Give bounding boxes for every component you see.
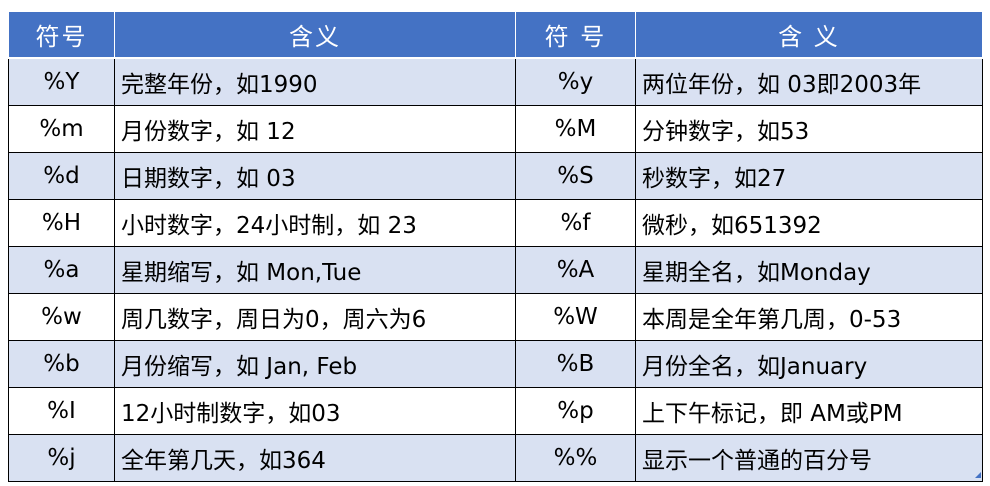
meaning-cell: 日期数字，如 03 [114, 152, 516, 200]
symbol-cell: %Y [8, 57, 115, 106]
symbol-cell: %M [515, 105, 636, 153]
meaning-cell: 月份全名，如January [635, 340, 983, 388]
symbol-cell: %j [8, 434, 115, 482]
meaning-cell: 月份数字，如 12 [114, 105, 516, 153]
table-row: %I 12小时制数字，如03 %p 上下午标记，即 AM或PM [8, 387, 983, 435]
table-header-row: 符号 含义 符 号 含 义 [8, 11, 983, 59]
meaning-cell: 12小时制数字，如03 [114, 387, 516, 435]
meaning-cell: 上下午标记，即 AM或PM [635, 387, 983, 435]
symbol-cell: %% [515, 434, 636, 482]
meaning-cell: 显示一个普通的百分号 [635, 434, 983, 482]
meaning-cell: 星期缩写，如 Mon,Tue [114, 246, 516, 294]
table-row: %b 月份缩写，如 Jan, Feb %B 月份全名，如January [8, 340, 983, 388]
symbol-cell: %d [8, 152, 115, 200]
symbol-cell: %B [515, 340, 636, 388]
meaning-cell: 秒数字，如27 [635, 152, 983, 200]
meaning-cell: 星期全名，如Monday [635, 246, 983, 294]
meaning-cell: 月份缩写，如 Jan, Feb [114, 340, 516, 388]
meaning-cell: 完整年份，如1990 [114, 57, 516, 106]
table-row: %m 月份数字，如 12 %M 分钟数字，如53 [8, 105, 983, 153]
symbol-cell: %S [515, 152, 636, 200]
symbol-cell: %A [515, 246, 636, 294]
format-code-table: 符号 含义 符 号 含 义 %Y 完整年份，如1990 %y 两位年份，如 03… [8, 11, 983, 482]
symbol-cell: %p [515, 387, 636, 435]
table-row: %H 小时数字，24小时制，如 23 %f 微秒，如651392 [8, 199, 983, 247]
symbol-cell: %W [515, 293, 636, 341]
table-row: %Y 完整年份，如1990 %y 两位年份，如 03即2003年 [8, 57, 983, 106]
meaning-cell: 本周是全年第几周，0-53 [635, 293, 983, 341]
table-row: %d 日期数字，如 03 %S 秒数字，如27 [8, 152, 983, 200]
header-meaning-2: 含 义 [635, 11, 983, 59]
symbol-cell: %b [8, 340, 115, 388]
header-symbol-1: 符号 [8, 11, 115, 59]
symbol-cell: %I [8, 387, 115, 435]
symbol-cell: %f [515, 199, 636, 247]
header-symbol-2: 符 号 [515, 11, 636, 59]
meaning-cell: 周几数字，周日为0，周六为6 [114, 293, 516, 341]
symbol-cell: %w [8, 293, 115, 341]
symbol-cell: %H [8, 199, 115, 247]
meaning-cell: 全年第几天，如364 [114, 434, 516, 482]
symbol-cell: %a [8, 246, 115, 294]
meaning-cell: 微秒，如651392 [635, 199, 983, 247]
table-row: %j 全年第几天，如364 %% 显示一个普通的百分号 [8, 434, 983, 482]
meaning-cell: 分钟数字，如53 [635, 105, 983, 153]
symbol-cell: %y [515, 57, 636, 106]
table-row: %a 星期缩写，如 Mon,Tue %A 星期全名，如Monday [8, 246, 983, 294]
resize-handle-icon [975, 472, 981, 478]
meaning-cell: 小时数字，24小时制，如 23 [114, 199, 516, 247]
table-row: %w 周几数字，周日为0，周六为6 %W 本周是全年第几周，0-53 [8, 293, 983, 341]
header-meaning-1: 含义 [114, 11, 516, 59]
symbol-cell: %m [8, 105, 115, 153]
meaning-cell: 两位年份，如 03即2003年 [635, 57, 983, 106]
